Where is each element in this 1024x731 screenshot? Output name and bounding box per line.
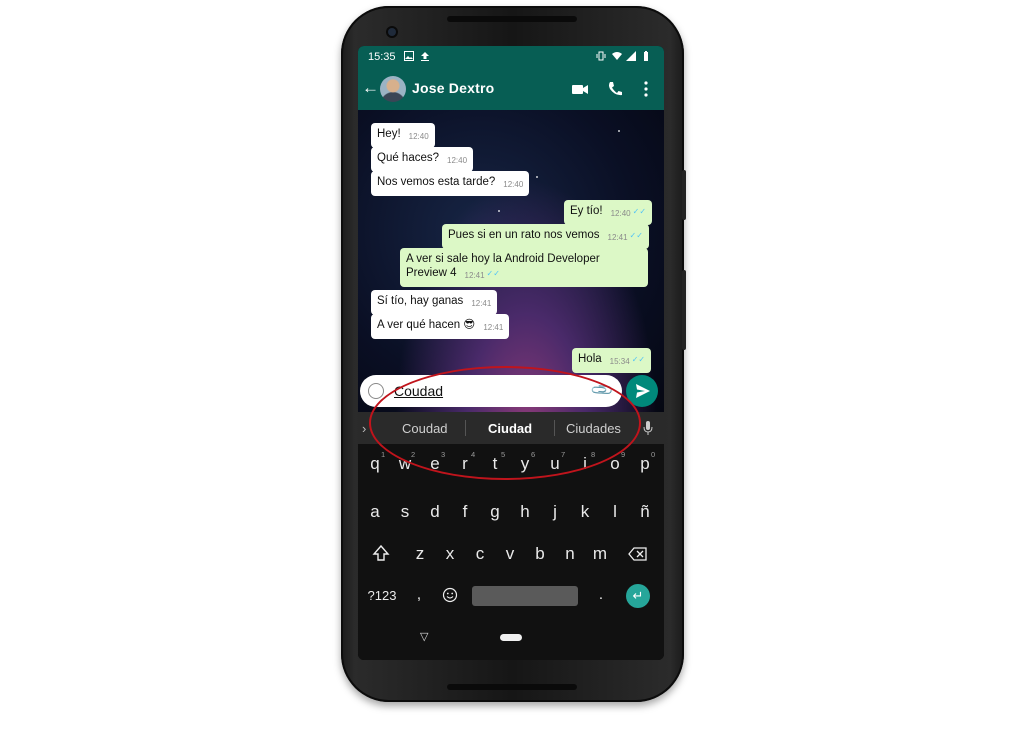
chat-header: ← Jose Dextro — [358, 68, 664, 110]
microphone-icon[interactable] — [642, 420, 654, 436]
more-vert-icon[interactable] — [636, 78, 656, 100]
upload-icon — [421, 52, 429, 61]
message-text: A ver qué hacen 😎 — [377, 319, 476, 331]
key-k[interactable]: k — [570, 502, 600, 522]
key-g[interactable]: g — [480, 502, 510, 522]
key-v[interactable]: v — [495, 544, 525, 564]
power-button — [682, 170, 686, 220]
phone-screen: 15:35 ← Jose Dextro Hey! 12:40 Qué haces?… — [358, 46, 664, 660]
message-text: Qué haces? — [377, 152, 440, 164]
backspace-icon[interactable] — [628, 546, 648, 562]
message-time: 12:41 — [471, 299, 492, 308]
message-text: Hey! — [377, 128, 401, 140]
message-time: 15:34 — [609, 357, 630, 366]
status-time: 15:35 — [368, 51, 396, 63]
status-bar: 15:35 — [358, 46, 664, 68]
read-receipt-icon: ✓✓ — [632, 207, 647, 216]
key-n[interactable]: n — [555, 544, 585, 564]
message-time: 12:40 — [610, 209, 631, 218]
bottom-speaker — [447, 684, 577, 690]
volume-button — [682, 270, 686, 350]
key-hint: 1 — [381, 450, 386, 459]
phone-icon[interactable] — [605, 78, 625, 100]
message-text: Hola — [578, 353, 602, 365]
video-call-icon[interactable] — [570, 78, 590, 100]
highlight-oval — [369, 366, 641, 480]
enter-icon: ↵ — [632, 588, 644, 603]
message-outgoing[interactable]: A ver si sale hoy la Android Developer P… — [400, 248, 648, 287]
key-c[interactable]: c — [465, 544, 495, 564]
battery-icon — [644, 51, 648, 61]
read-receipt-icon: ✓✓ — [629, 231, 643, 240]
key-l[interactable]: l — [600, 502, 630, 522]
key-h[interactable]: h — [510, 502, 540, 522]
wifi-icon — [612, 52, 622, 60]
message-time: 12:41 — [464, 271, 485, 280]
contact-name[interactable]: Jose Dextro — [412, 80, 494, 96]
enter-key[interactable]: ↵ — [626, 584, 650, 608]
message-incoming[interactable]: A ver qué hacen 😎 12:41 — [371, 314, 510, 339]
key-a[interactable]: a — [360, 502, 390, 522]
key-s[interactable]: s — [390, 502, 420, 522]
message-time: 12:40 — [447, 156, 468, 165]
message-outgoing[interactable]: Ey tío! 12:40 ✓✓ — [564, 200, 653, 225]
message-text: Sí tío, hay ganas — [377, 295, 464, 307]
message-text: A ver si sale hoy la Android Developer P… — [406, 253, 600, 279]
key-x[interactable]: x — [435, 544, 465, 564]
key-f[interactable]: f — [450, 502, 480, 522]
key-j[interactable]: j — [540, 502, 570, 522]
read-receipt-icon: ✓✓ — [486, 269, 500, 278]
key-hint: 0 — [651, 450, 656, 459]
key-z[interactable]: z — [405, 544, 435, 564]
avatar[interactable] — [380, 76, 406, 102]
shift-icon[interactable] — [372, 544, 390, 562]
message-time: 12:40 — [503, 180, 524, 189]
message-text: Pues si en un rato nos vemos — [448, 229, 600, 241]
message-text: Nos vemos esta tarde? — [377, 176, 496, 188]
nav-home-icon[interactable] — [500, 634, 522, 641]
message-incoming[interactable]: Nos vemos esta tarde? 12:40 — [371, 171, 530, 196]
key-q[interactable]: q — [360, 454, 390, 474]
key-b[interactable]: b — [525, 544, 555, 564]
message-incoming[interactable]: Hey! 12:40 — [371, 123, 435, 148]
key-p[interactable]: p — [630, 454, 660, 474]
spacebar[interactable] — [472, 586, 578, 606]
nav-back-icon[interactable]: ▽ — [420, 630, 428, 643]
message-outgoing[interactable]: Hola 15:34 ✓✓ — [572, 348, 652, 373]
image-icon — [404, 51, 414, 61]
key-d[interactable]: d — [420, 502, 450, 522]
emoji-icon[interactable] — [368, 383, 384, 399]
message-incoming[interactable]: Sí tío, hay ganas 12:41 — [371, 290, 498, 315]
key-m[interactable]: m — [585, 544, 615, 564]
cellular-icon — [626, 51, 636, 61]
earpiece-speaker — [447, 16, 577, 22]
emoji-key-icon[interactable] — [442, 587, 458, 603]
message-incoming[interactable]: Qué haces? 12:40 — [371, 147, 474, 172]
symbols-key[interactable]: ?123 — [364, 588, 400, 603]
vibrate-icon — [596, 51, 606, 61]
comma-key[interactable]: , — [404, 586, 434, 603]
read-receipt-icon: ✓✓ — [631, 355, 646, 364]
chevron-right-icon[interactable]: › — [362, 421, 366, 436]
key-ñ[interactable]: ñ — [630, 502, 660, 522]
message-time: 12:41 — [483, 323, 504, 332]
front-camera — [388, 28, 396, 36]
back-arrow-icon[interactable]: ← — [362, 78, 379, 98]
message-outgoing[interactable]: Pues si en un rato nos vemos 12:41 ✓✓ — [442, 224, 649, 249]
message-time: 12:41 — [607, 233, 628, 242]
message-time: 12:40 — [408, 132, 429, 141]
period-key[interactable]: . — [586, 586, 616, 603]
message-text: Ey tío! — [570, 205, 603, 217]
